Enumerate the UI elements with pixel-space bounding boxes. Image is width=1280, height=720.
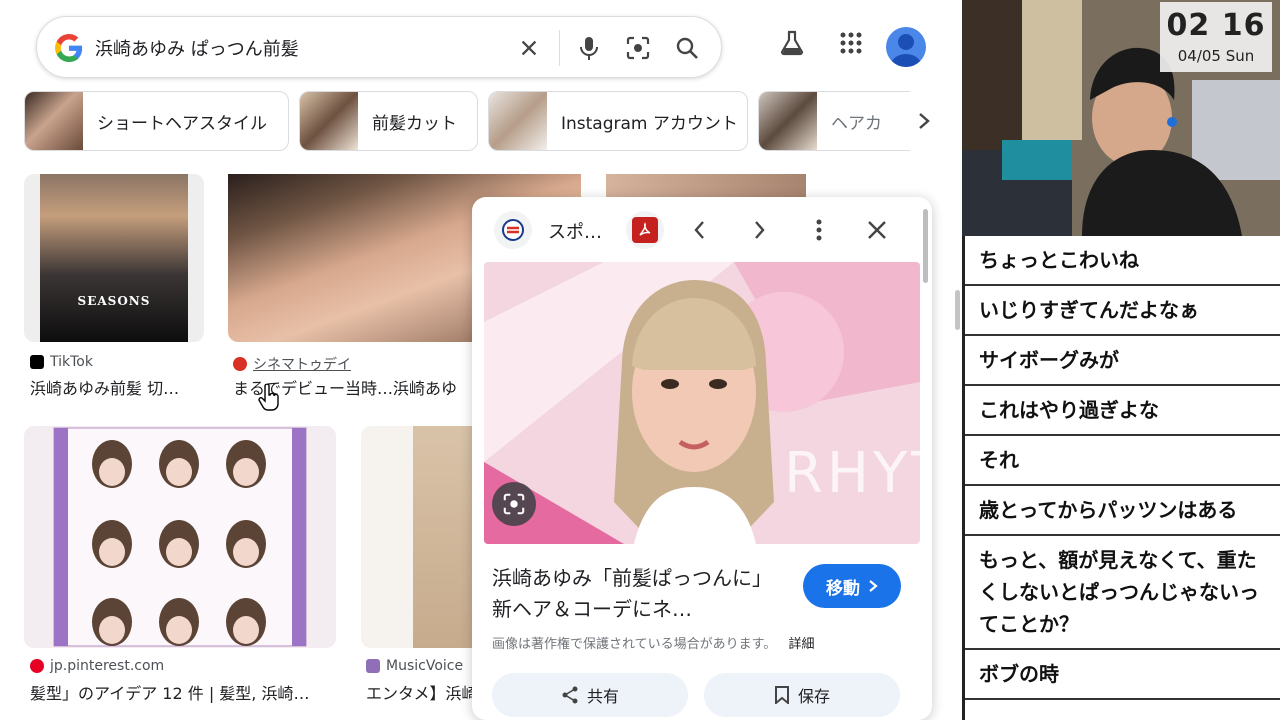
chip-thumbnail xyxy=(489,92,547,150)
browser-viewport: 浜崎あゆみ ぱっつん前髪 ショートヘアスタイル 前髪カット Instagram … xyxy=(0,0,962,720)
google-logo-icon xyxy=(55,34,83,62)
microphone-icon[interactable] xyxy=(574,33,604,63)
stream-clock: 02 16 04/05 Sun xyxy=(1160,2,1272,72)
next-chevron-icon[interactable] xyxy=(745,216,773,248)
result-photo xyxy=(413,426,481,648)
visit-button[interactable]: 移動 xyxy=(803,564,901,608)
chevron-right-icon xyxy=(869,580,878,592)
copyright-text: 画像は著作権で保護されている場合があります。 xyxy=(492,637,777,652)
search-icon[interactable] xyxy=(672,33,702,63)
chat-message: もっと、額が見えなくて、重たくしないとぱっつんじゃないってことか？ xyxy=(965,536,1280,650)
page-scrollbar[interactable] xyxy=(955,290,960,330)
apps-grid-icon[interactable] xyxy=(836,28,866,58)
lens-camera-icon[interactable] xyxy=(623,33,653,63)
site-favicon xyxy=(494,211,532,249)
preview-title[interactable]: 浜崎あゆみ「前髪ぱっつんに」 新ヘア＆コーデにネ… xyxy=(492,563,782,625)
chip-short-hair[interactable]: ショートヘアスタイル xyxy=(24,91,289,151)
chip-label: ヘアカ xyxy=(831,113,882,134)
result-photo xyxy=(40,174,188,342)
clock-time: 02 16 xyxy=(1166,8,1266,43)
result-image-tiktok[interactable]: SEASONS xyxy=(24,174,204,342)
chat-message: それ xyxy=(965,436,1280,486)
result-source-cinematoday[interactable]: シネマトゥデイ xyxy=(233,354,351,374)
save-button[interactable]: 保存 xyxy=(704,673,900,717)
image-preview-panel: スポ… RHYTHM xyxy=(472,197,932,720)
clear-icon[interactable] xyxy=(514,33,544,63)
chat-panel: ちょっとこわいね いじりすぎてんだよなぁ サイボーグみが これはやり過ぎよな そ… xyxy=(962,236,1280,720)
musicvoice-icon xyxy=(366,659,380,673)
clock-date: 04/05 Sun xyxy=(1177,47,1255,65)
bookmark-icon xyxy=(774,686,789,704)
news-site-icon xyxy=(502,219,524,241)
account-avatar[interactable] xyxy=(886,27,926,67)
preview-site-name[interactable]: スポ… xyxy=(548,218,602,244)
chip-thumbnail xyxy=(300,92,358,150)
share-icon xyxy=(562,686,578,704)
source-name: MusicVoice xyxy=(386,658,464,674)
chat-message: ちょっとこわいね xyxy=(965,236,1280,286)
chip-label: ショートヘアスタイル xyxy=(97,113,267,134)
chat-message: ボブの時 xyxy=(965,650,1280,700)
chat-message: サイボーグみが xyxy=(965,336,1280,386)
chip-label: Instagram アカウント xyxy=(561,113,738,134)
chip-label: 前髪カット xyxy=(372,113,457,134)
lens-search-icon[interactable] xyxy=(492,482,536,526)
labs-flask-icon[interactable] xyxy=(777,28,807,58)
panel-scrollbar[interactable] xyxy=(923,209,928,283)
chip-hair-color[interactable]: ヘアカ xyxy=(758,91,910,151)
share-label: 共有 xyxy=(586,687,619,706)
result-caption[interactable]: 浜崎あゆみ前髪 切… xyxy=(30,375,179,399)
image-overlay-text: SEASONS xyxy=(77,294,151,308)
result-source-tiktok[interactable]: TikTok xyxy=(30,354,93,370)
source-name: TikTok xyxy=(50,354,93,370)
details-link[interactable]: 詳細 xyxy=(788,637,814,652)
source-name: シネマトゥデイ xyxy=(253,357,351,373)
chip-instagram[interactable]: Instagram アカウント xyxy=(488,91,748,151)
bangs-chart-thumbnail xyxy=(53,427,307,647)
copyright-notice: 画像は著作権で保護されている場合があります。 詳細 xyxy=(492,633,814,652)
pinterest-icon xyxy=(30,659,44,673)
chat-message: 歳とってからパッツンはある xyxy=(965,486,1280,536)
source-name: jp.pinterest.com xyxy=(50,658,165,674)
visit-button-label: 移動 xyxy=(826,578,860,599)
result-image-pinterest[interactable] xyxy=(24,426,336,648)
more-options-icon[interactable] xyxy=(805,216,833,248)
hand-cursor-icon xyxy=(258,384,279,411)
related-search-chips: ショートヘアスタイル 前髪カット Instagram アカウント ヘアカ xyxy=(24,91,962,151)
preview-photo: RHYTHM xyxy=(484,262,920,544)
pdf-file-badge xyxy=(626,211,664,249)
share-button[interactable]: 共有 xyxy=(492,673,688,717)
search-divider xyxy=(559,30,560,66)
cinematoday-icon xyxy=(233,357,247,371)
result-source-musicvoice[interactable]: MusicVoice xyxy=(366,658,463,674)
result-source-pinterest[interactable]: jp.pinterest.com xyxy=(30,658,164,674)
chip-bangs-cut[interactable]: 前髪カット xyxy=(299,91,478,151)
result-image-musicvoice[interactable] xyxy=(361,426,481,648)
chat-message: これはやり過ぎよな xyxy=(965,386,1280,436)
search-query-text[interactable]: 浜崎あゆみ ぱっつん前髪 xyxy=(95,35,299,61)
chevron-right-icon[interactable] xyxy=(910,107,938,135)
search-box[interactable]: 浜崎あゆみ ぱっつん前髪 xyxy=(36,16,722,78)
tiktok-icon xyxy=(30,355,44,369)
chip-thumbnail xyxy=(25,92,83,150)
chat-message: いじりすぎてんだよなぁ xyxy=(965,286,1280,336)
pdf-icon xyxy=(632,217,658,243)
result-caption[interactable]: エンタメ】浜崎 xyxy=(366,680,478,704)
save-label: 保存 xyxy=(797,687,830,706)
close-icon[interactable] xyxy=(863,216,891,248)
previous-chevron-icon[interactable] xyxy=(686,216,714,248)
chip-thumbnail xyxy=(759,92,817,150)
backdrop-text: RHYTHM xyxy=(784,441,920,506)
preview-image[interactable]: RHYTHM xyxy=(484,262,920,544)
result-caption[interactable]: 髪型」のアイデア 12 件 | 髪型, 浜崎… xyxy=(30,680,309,704)
